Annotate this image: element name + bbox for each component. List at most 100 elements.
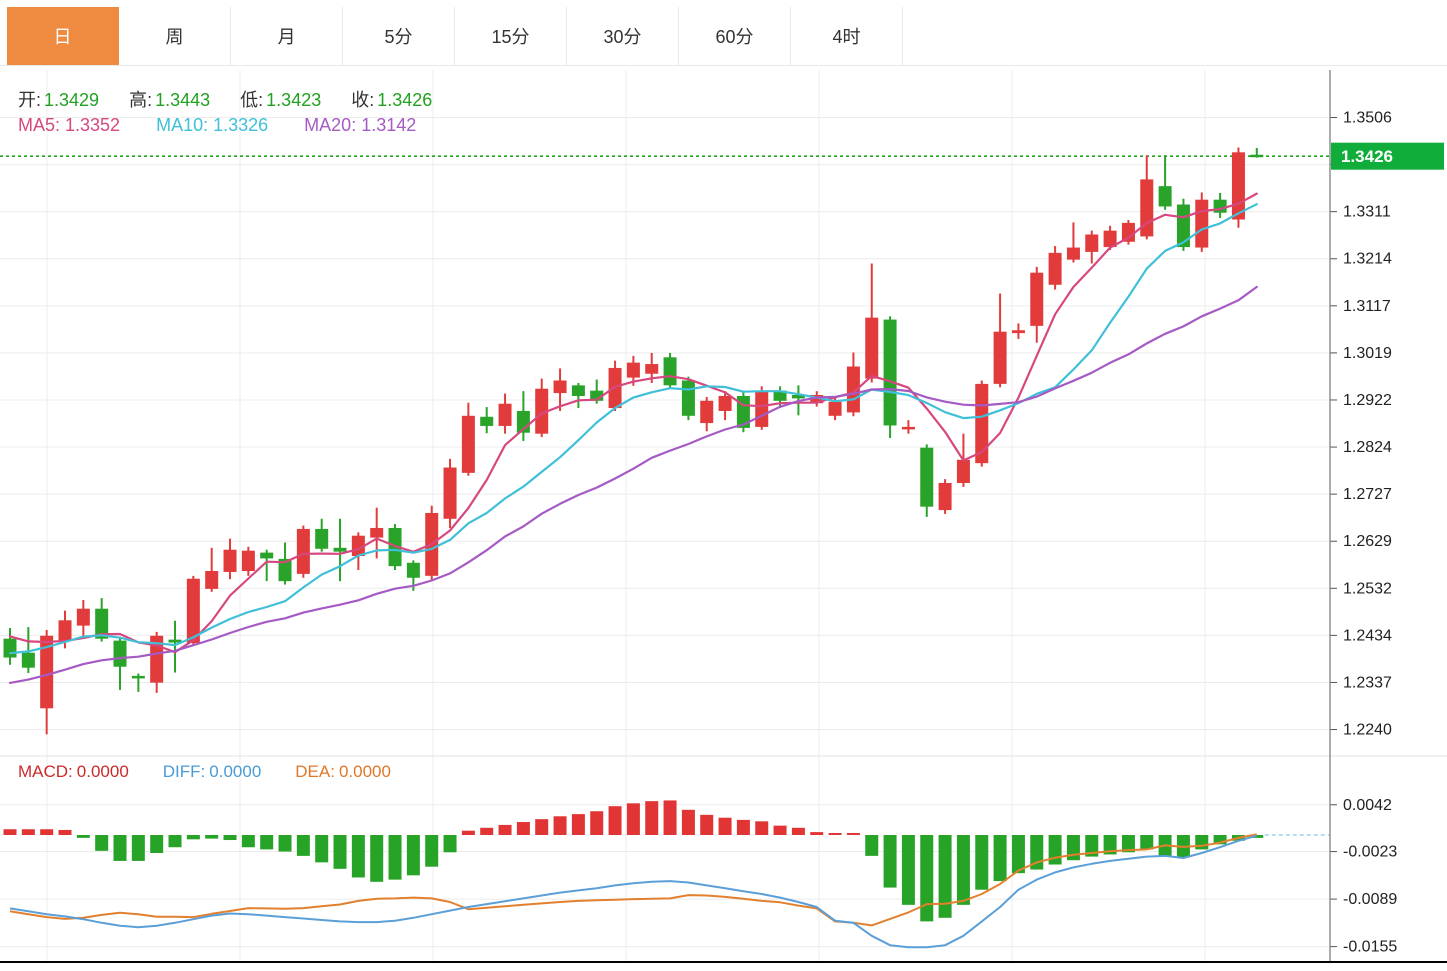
macd-bar-negative <box>114 835 127 861</box>
current-price-badge-value: 1.3426 <box>1341 147 1393 166</box>
macd-axis-label: -0.0023 <box>1343 844 1397 861</box>
price-axis-label: 1.3311 <box>1343 204 1391 221</box>
macd-bar-negative <box>975 835 988 890</box>
macd-bar-negative <box>1140 835 1153 849</box>
macd-bar-negative <box>957 835 970 905</box>
macd-bar-negative <box>224 835 237 840</box>
chart-canvas[interactable]: 1.35061.33111.32141.31171.30191.29221.28… <box>0 0 1447 971</box>
macd-readout: MACD:0.0000 <box>18 762 129 782</box>
macd-bar-negative <box>279 835 292 852</box>
macd-bar-positive <box>590 811 603 835</box>
high-value: 1.3443 <box>155 90 210 110</box>
candle-body-up <box>59 620 72 640</box>
candle-body-up <box>627 363 640 378</box>
macd-bar-positive <box>737 820 750 835</box>
price-axis-label: 1.2629 <box>1343 533 1392 550</box>
candle-body-down <box>1214 200 1227 213</box>
price-axis-label: 1.3019 <box>1343 345 1392 362</box>
macd-bar-negative <box>407 835 420 875</box>
dea-label: DEA: <box>295 762 335 781</box>
macd-bar-positive <box>627 803 640 835</box>
macd-bar-positive <box>609 806 622 835</box>
tab-日[interactable]: 日 <box>7 7 119 65</box>
macd-bar-negative <box>95 835 108 851</box>
macd-bar-positive <box>535 819 548 835</box>
high-readout: 高:1.3443 <box>129 86 210 112</box>
candle-body-up <box>1085 234 1098 251</box>
candle-body-down <box>480 417 493 426</box>
tab-15分[interactable]: 15分 <box>455 7 567 65</box>
macd-legend: MACD:0.0000 DIFF:0.0000 DEA:0.0000 <box>18 762 425 782</box>
candle-body-down <box>315 529 328 549</box>
candle-body-up <box>1030 273 1043 326</box>
macd-bar-negative <box>77 835 90 838</box>
candle-body-up <box>297 529 310 574</box>
tab-周[interactable]: 周 <box>119 7 231 65</box>
candle-body-down <box>4 639 17 658</box>
tab-月[interactable]: 月 <box>231 7 343 65</box>
macd-bar-negative <box>370 835 383 882</box>
macd-bar-negative <box>425 835 438 867</box>
candle-body-up <box>242 551 255 571</box>
macd-bar-positive <box>480 828 493 835</box>
macd-bar-positive <box>664 800 677 835</box>
ma10-readout: MA10:1.3326 <box>156 115 268 136</box>
low-value: 1.3423 <box>266 90 321 110</box>
timeframe-tab-bar: 日周月5分15分30分60分4时 <box>0 0 1447 66</box>
macd-axis-label: -0.0089 <box>1343 891 1397 908</box>
candle-body-down <box>334 548 347 552</box>
macd-bar-negative <box>297 835 310 856</box>
macd-bar-positive <box>572 814 585 835</box>
open-value: 1.3429 <box>44 90 99 110</box>
macd-bar-negative <box>389 835 402 880</box>
macd-axis-label: -0.0155 <box>1343 939 1397 956</box>
price-axis-label: 1.2532 <box>1343 580 1392 597</box>
macd-bar-positive <box>22 829 35 835</box>
diff-value: 0.0000 <box>209 762 261 781</box>
low-label: 低: <box>240 90 263 110</box>
macd-bar-positive <box>59 830 72 835</box>
macd-bar-positive <box>700 815 713 835</box>
low-readout: 低:1.3423 <box>240 86 321 112</box>
macd-bar-negative <box>920 835 933 921</box>
macd-bar-negative <box>260 835 273 849</box>
macd-bar-positive <box>755 821 768 835</box>
macd-bar-negative <box>334 835 347 869</box>
macd-bar-negative <box>132 835 145 861</box>
macd-bar-positive <box>792 828 805 835</box>
ma5-label: MA5: <box>18 115 60 135</box>
candle-body-up <box>1195 200 1208 248</box>
candle-body-up <box>1012 330 1025 333</box>
price-axis-label: 1.3506 <box>1343 110 1392 127</box>
candle-body-up <box>462 416 475 473</box>
macd-bar-negative <box>1049 835 1062 865</box>
candle-body-down <box>1159 186 1172 206</box>
tab-30分[interactable]: 30分 <box>567 7 679 65</box>
ma10-label: MA10: <box>156 115 208 135</box>
candle-body-up <box>370 528 383 538</box>
candle-body-up <box>1067 248 1080 260</box>
macd-bar-negative <box>994 835 1007 881</box>
open-readout: 开:1.3429 <box>18 86 99 112</box>
macd-axis-label: 0.0042 <box>1343 797 1392 814</box>
price-axis-label: 1.2240 <box>1343 722 1392 739</box>
dea-readout: DEA:0.0000 <box>295 762 391 782</box>
tab-60分[interactable]: 60分 <box>679 7 791 65</box>
price-axis-label: 1.2337 <box>1343 674 1392 691</box>
candle-body-up <box>444 468 457 519</box>
tab-5分[interactable]: 5分 <box>343 7 455 65</box>
candle-body-down <box>114 641 127 667</box>
close-readout: 收:1.3426 <box>351 86 432 112</box>
candle-body-down <box>682 381 695 416</box>
close-label: 收: <box>351 90 374 110</box>
price-axis-label: 1.3214 <box>1343 251 1392 268</box>
macd-bar-positive <box>462 831 475 835</box>
candle-body-down <box>664 357 677 385</box>
ohlc-legend: 开:1.3429 高:1.3443 低:1.3423 收:1.3426 <box>18 86 462 112</box>
macd-bar-negative <box>169 835 182 847</box>
candle-body-up <box>939 483 952 510</box>
macd-bar-positive <box>719 818 732 835</box>
tab-4时[interactable]: 4时 <box>791 7 903 65</box>
candle-body-up <box>224 550 237 572</box>
candle-body-up <box>719 396 732 411</box>
